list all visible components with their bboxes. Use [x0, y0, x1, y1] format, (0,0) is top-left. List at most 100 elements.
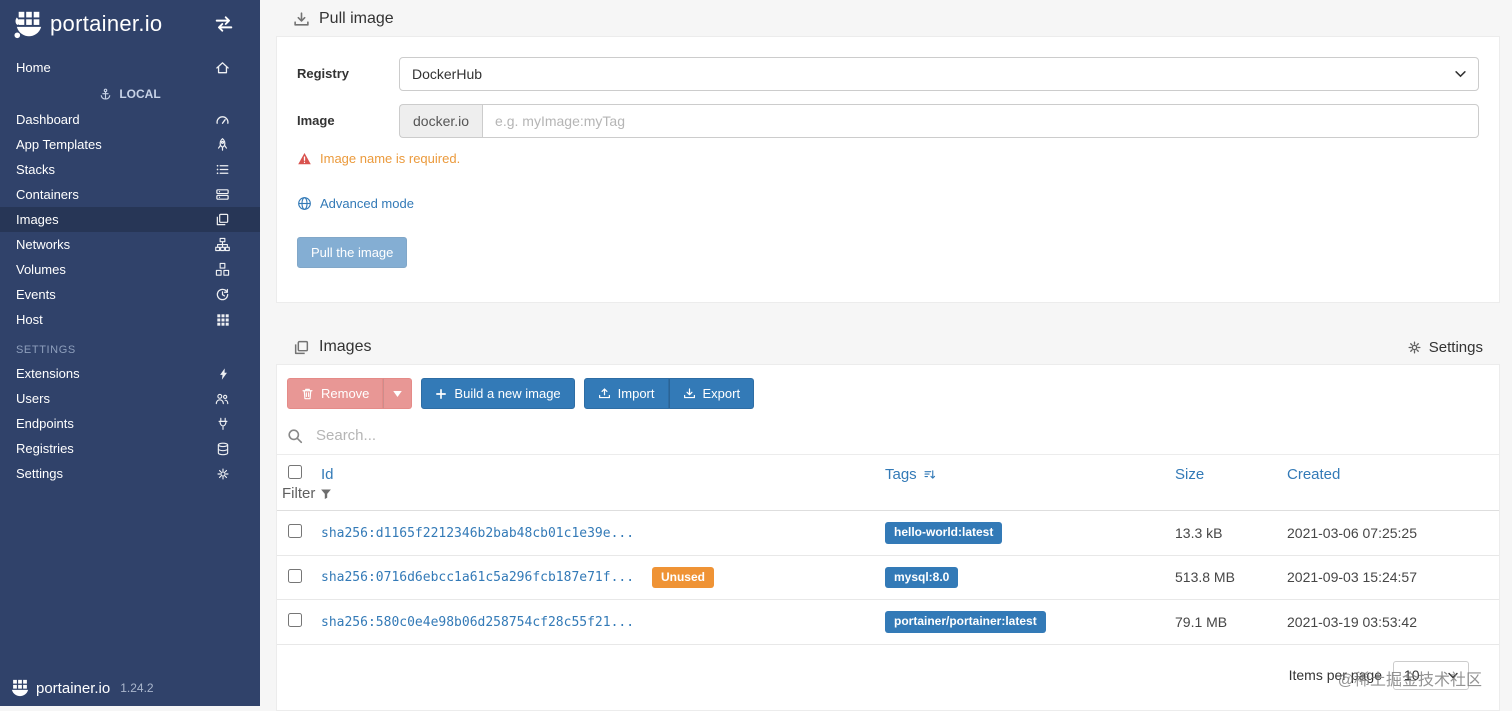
sidebar-settings-header: SETTINGS — [0, 332, 260, 361]
tag-badge: portainer/portainer:latest — [885, 611, 1046, 633]
upload-icon — [598, 387, 611, 400]
warning-text: Image name is required. — [320, 151, 460, 166]
sidebar-footer: portainer.io 1.24.2 — [10, 678, 154, 698]
images-searchbar — [277, 417, 1499, 455]
pull-image-button[interactable]: Pull the image — [297, 237, 407, 268]
image-created: 2021-03-06 07:25:25 — [1279, 511, 1499, 556]
app-version: 1.24.2 — [120, 681, 153, 695]
table-header-row: Id Tags Size Created — [277, 455, 1499, 485]
sidebar-item-images[interactable]: Images — [0, 207, 260, 232]
sidebar-item-registries[interactable]: Registries — [0, 436, 260, 461]
images-body: Remove Build a new image Import — [276, 364, 1500, 711]
sidebar: portainer.io Home LOCAL Dashboard Ap — [0, 0, 260, 706]
volumes-icon — [215, 262, 230, 277]
image-name-warning: Image name is required. — [297, 151, 1479, 166]
sidebar-logo[interactable]: portainer.io — [0, 0, 260, 45]
table-settings-button[interactable]: Settings — [1407, 339, 1483, 356]
registry-label: Registry — [297, 57, 399, 91]
sidebar-endpoint-local[interactable]: LOCAL — [0, 80, 260, 107]
table-row: sha256:d1165f2212346b2bab48cb01c1e39e...… — [277, 511, 1499, 556]
sidebar-collapse-button[interactable] — [214, 15, 234, 33]
registry-select[interactable]: DockerHub — [399, 57, 1479, 91]
unused-badge: Unused — [652, 567, 714, 589]
logo-text: portainer.io — [50, 11, 162, 37]
warning-triangle-icon — [297, 152, 312, 166]
column-header-tags[interactable]: Tags — [885, 466, 936, 483]
portainer-logo-small-icon — [10, 678, 30, 698]
sidebar-item-users[interactable]: Users — [0, 386, 260, 411]
sidebar-item-events[interactable]: Events — [0, 282, 260, 307]
column-header-created[interactable]: Created — [1287, 466, 1340, 483]
images-toolbar: Remove Build a new image Import — [277, 365, 1499, 417]
sidebar-item-volumes[interactable]: Volumes — [0, 257, 260, 282]
advanced-mode-label: Advanced mode — [320, 196, 414, 211]
items-per-page-label: Items per page — [1289, 667, 1382, 683]
sidebar-item-stacks[interactable]: Stacks — [0, 157, 260, 182]
database-icon — [216, 442, 230, 456]
filter-button[interactable]: Filter — [282, 485, 332, 502]
network-icon — [215, 237, 230, 252]
list-icon — [215, 162, 230, 177]
sidebar-item-app-templates[interactable]: App Templates — [0, 132, 260, 157]
search-input[interactable] — [314, 426, 1489, 445]
table-filter-row: Filter — [277, 485, 1499, 511]
remove-button[interactable]: Remove — [287, 378, 383, 409]
column-header-id[interactable]: Id — [321, 466, 334, 483]
build-image-button[interactable]: Build a new image — [421, 378, 574, 409]
images-header-icon — [293, 339, 310, 356]
plug-icon — [216, 417, 230, 431]
select-all-checkbox[interactable] — [288, 465, 302, 479]
plus-icon — [435, 388, 447, 400]
sidebar-item-endpoints[interactable]: Endpoints — [0, 411, 260, 436]
gear-icon — [1407, 340, 1422, 355]
anchor-icon — [99, 88, 112, 101]
image-size: 513.8 MB — [1167, 555, 1279, 600]
remove-dropdown-caret[interactable] — [383, 378, 412, 409]
sidebar-item-home[interactable]: Home — [0, 55, 260, 80]
sidebar-item-dashboard[interactable]: Dashboard — [0, 107, 260, 132]
row-checkbox[interactable] — [288, 569, 302, 583]
advanced-mode-link[interactable]: Advanced mode — [297, 196, 414, 211]
sidebar-nav: Home LOCAL Dashboard App Templates Stack… — [0, 55, 260, 486]
chevron-down-icon — [1448, 672, 1458, 679]
row-checkbox[interactable] — [288, 524, 302, 538]
images-table: Id Tags Size Created Filter — [277, 455, 1499, 645]
portainer-logo-icon — [14, 9, 44, 39]
filter-funnel-icon — [320, 488, 332, 500]
rocket-icon — [215, 137, 230, 152]
history-icon — [215, 287, 230, 302]
pull-image-widget: Pull image Registry DockerHub Image doc — [276, 0, 1500, 303]
pull-image-title: Pull image — [319, 10, 394, 28]
pull-image-header: Pull image — [276, 0, 1500, 36]
table-footer: Items per page 10 — [277, 645, 1499, 710]
sort-icon — [923, 468, 936, 481]
home-icon — [215, 60, 230, 75]
image-id-link[interactable]: sha256:d1165f2212346b2bab48cb01c1e39e... — [321, 526, 634, 541]
image-id-link[interactable]: sha256:580c0e4e98b06d258754cf28c55f21... — [321, 615, 634, 630]
column-header-size[interactable]: Size — [1175, 466, 1204, 483]
image-size: 13.3 kB — [1167, 511, 1279, 556]
row-checkbox[interactable] — [288, 613, 302, 627]
sidebar-item-networks[interactable]: Networks — [0, 232, 260, 257]
sidebar-item-extensions[interactable]: Extensions — [0, 361, 260, 386]
items-per-page-select[interactable]: 10 — [1393, 661, 1469, 690]
sidebar-item-containers[interactable]: Containers — [0, 182, 260, 207]
export-button[interactable]: Export — [669, 378, 755, 409]
sidebar-item-host[interactable]: Host — [0, 307, 260, 332]
image-name-input[interactable] — [482, 104, 1479, 138]
grid-icon — [216, 313, 230, 327]
sidebar-item-settings[interactable]: Settings — [0, 461, 260, 486]
table-row: sha256:580c0e4e98b06d258754cf28c55f21...… — [277, 600, 1499, 645]
import-button[interactable]: Import — [584, 378, 669, 409]
images-title: Images — [319, 338, 371, 356]
image-id-link[interactable]: sha256:0716d6ebcc1a61c5a296fcb187e71f... — [321, 570, 634, 585]
cogs-icon — [216, 467, 230, 481]
registry-row: Registry DockerHub — [297, 57, 1479, 91]
main-content: Pull image Registry DockerHub Image doc — [260, 0, 1512, 706]
tachometer-icon — [215, 112, 230, 127]
pull-image-body: Registry DockerHub Image docker.io — [276, 36, 1500, 303]
tag-badge: hello-world:latest — [885, 522, 1002, 544]
caret-down-icon — [393, 391, 402, 397]
chevron-down-icon — [1455, 70, 1466, 78]
collapse-arrows-icon — [214, 15, 234, 33]
